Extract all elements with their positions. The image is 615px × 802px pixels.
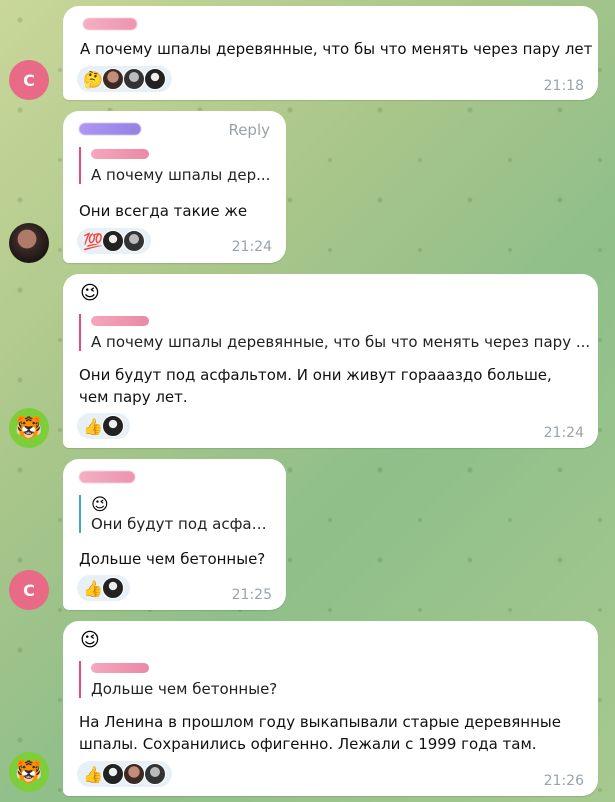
sender-name-redacted (79, 471, 135, 483)
reactor-avatar (101, 577, 124, 599)
wink-emoji-icon: 😉 (80, 629, 100, 651)
message-time: 21:18 (543, 78, 584, 94)
reactor-avatar (101, 230, 124, 252)
sender-name-redacted (79, 123, 141, 135)
message-time: 21:24 (543, 425, 584, 441)
hundred-points-icon: 💯 (83, 231, 103, 251)
sender-name-redacted (83, 18, 137, 30)
avatar[interactable]: 🐯 (9, 408, 49, 448)
avatar[interactable] (9, 223, 49, 263)
message-text: Дольше чем бетонные? (79, 550, 266, 568)
message-bubble-1[interactable]: А почему шпалы деревянные, что бы что ме… (63, 6, 598, 100)
quote-text: Они будут под асфал... (91, 515, 271, 533)
quote-text: А почему шпалы деревянные, что бы что ме… (91, 333, 591, 351)
reaction-chip[interactable]: 💯 (77, 228, 151, 254)
avatar[interactable]: С (9, 570, 49, 610)
avatar[interactable]: 🐯 (9, 752, 49, 792)
message-text: На Ленина в прошлом году выкапывали стар… (79, 713, 561, 753)
message-text: Они всегда такие же (79, 202, 248, 220)
reactor-avatar (122, 230, 145, 252)
quote-sender-redacted (91, 149, 149, 159)
reaction-chip[interactable]: 👍 (77, 413, 130, 439)
reactor-avatar (101, 68, 124, 90)
reactor-avatar (143, 763, 166, 785)
reply-quote[interactable]: 😉 Они будут под асфал... (79, 495, 271, 533)
message-time: 21:24 (231, 239, 272, 255)
reaction-chip[interactable]: 🤔 (77, 66, 172, 92)
message-time: 21:25 (231, 587, 272, 603)
reaction-chip[interactable]: 👍 (77, 575, 130, 601)
reactor-avatar (122, 763, 145, 785)
message-bubble-3[interactable]: 😉 А почему шпалы деревянные, что бы что … (63, 274, 598, 448)
reactor-avatar (122, 68, 145, 90)
quote-text: А почему шпалы дер... (91, 166, 271, 184)
reactor-avatar (101, 763, 124, 785)
quote-sender-redacted (91, 316, 149, 326)
thumbs-up-icon: 👍 (83, 416, 103, 436)
quote-text: Дольше чем бетонные? (91, 680, 278, 698)
message-time: 21:26 (543, 773, 584, 789)
wink-emoji-icon: 😉 (91, 495, 109, 515)
reply-quote[interactable]: А почему шпалы дер... (79, 147, 271, 184)
quote-sender-redacted (91, 663, 149, 673)
reply-quote[interactable]: А почему шпалы деревянные, что бы что ме… (79, 314, 591, 351)
reply-label[interactable]: Reply (228, 121, 270, 139)
reactor-avatar (101, 415, 124, 437)
message-text: Они будут под асфальтом. И они живут гор… (79, 366, 552, 406)
wink-emoji-icon: 😉 (80, 282, 100, 304)
message-bubble-2[interactable]: Reply А почему шпалы дер... Они всегда т… (63, 111, 286, 263)
message-text: А почему шпалы деревянные, что бы что ме… (80, 40, 593, 58)
reaction-chip[interactable]: 👍 (77, 761, 172, 787)
reactor-avatar (143, 68, 166, 90)
message-bubble-4[interactable]: 😉 Они будут под асфал... Дольше чем бето… (63, 459, 286, 610)
thinking-emoji-icon: 🤔 (83, 69, 103, 89)
thumbs-up-icon: 👍 (83, 764, 103, 784)
thumbs-up-icon: 👍 (83, 578, 103, 598)
avatar[interactable]: С (9, 60, 49, 100)
reply-quote[interactable]: Дольше чем бетонные? (79, 661, 591, 698)
message-bubble-5[interactable]: 😉 Дольше чем бетонные? На Ленина в прошл… (63, 621, 598, 796)
